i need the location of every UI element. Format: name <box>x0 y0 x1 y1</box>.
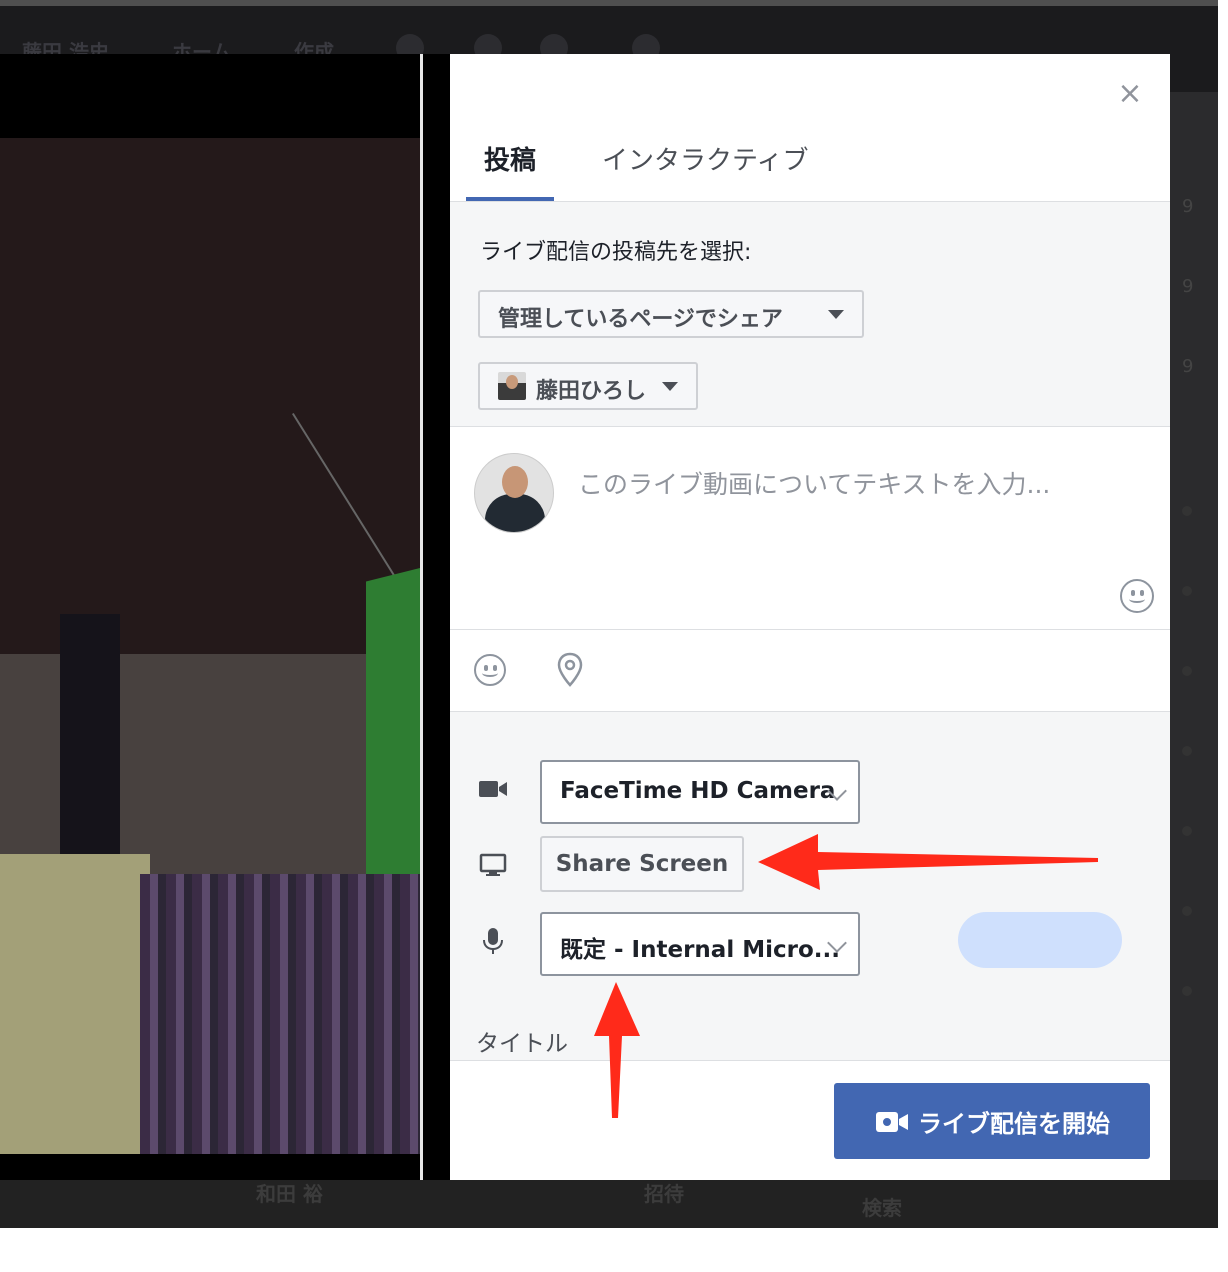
count-3: 9 <box>1182 356 1194 377</box>
camera-select[interactable]: FaceTime HD Camera <box>540 760 860 824</box>
invite-label: 招待 <box>644 1182 684 1206</box>
audio-level-meter <box>958 912 1122 968</box>
smile-icon[interactable] <box>474 654 506 686</box>
panel-header: × 投稿 インタラクティブ <box>450 54 1170 202</box>
tab-post[interactable]: 投稿 <box>484 140 554 202</box>
avatar-head <box>502 466 528 498</box>
status-dot <box>1182 826 1192 836</box>
video-camera-icon <box>479 781 507 797</box>
background-bottom-bar: 和田 裕 招待 検索 <box>0 1180 1218 1228</box>
page-avatar <box>498 372 526 400</box>
status-dot <box>1182 746 1192 756</box>
status-dot <box>1182 666 1192 676</box>
composer-actions <box>450 630 1170 712</box>
destination-label: ライブ配信の投稿先を選択: <box>480 240 752 265</box>
caret-down-icon <box>828 310 844 319</box>
microphone-select[interactable]: 既定 - Internal Micro... <box>540 912 860 976</box>
tab-active-indicator <box>466 197 554 201</box>
live-camera-icon <box>876 1112 908 1132</box>
preview-wall <box>0 138 420 678</box>
share-destination-label: 管理しているページでシェア <box>498 307 783 332</box>
avatar <box>474 453 554 533</box>
camera-select-value: FaceTime HD Camera <box>560 778 836 804</box>
mouth <box>1129 595 1145 603</box>
post-composer <box>450 426 1170 630</box>
avatar-body <box>485 494 545 532</box>
status-dot <box>1182 986 1192 996</box>
tab-post-label: 投稿 <box>484 146 537 176</box>
emoji-picker-icon[interactable] <box>1120 579 1154 613</box>
go-live-label: ライブ配信を開始 <box>918 1110 1110 1138</box>
camera-preview <box>0 54 420 1180</box>
title-label: タイトル <box>476 1031 568 1057</box>
preview-plaid-cloth <box>140 874 420 1154</box>
share-screen-button[interactable]: Share Screen <box>540 836 744 892</box>
live-video-panel: × 投稿 インタラクティブ ライブ配信の投稿先を選択: 管理しているページでシェ… <box>450 54 1170 1180</box>
share-screen-label: Share Screen <box>555 851 729 877</box>
go-live-button[interactable]: ライブ配信を開始 <box>834 1083 1150 1159</box>
monitor-icon <box>479 853 507 876</box>
share-destination-dropdown[interactable]: 管理しているページでシェア <box>478 290 864 338</box>
preview-gap <box>423 54 450 1180</box>
microphone-icon <box>483 928 503 954</box>
close-icon[interactable]: × <box>1114 78 1146 110</box>
search-label: 検索 <box>862 1196 902 1220</box>
status-dot <box>1182 906 1192 916</box>
tab-interactive-label: インタラクティブ <box>602 146 809 176</box>
mouth <box>482 669 498 677</box>
chat-name: 和田 裕 <box>256 1182 323 1206</box>
background-sidebar: 9 9 9 <box>1170 92 1218 1182</box>
description-input[interactable] <box>578 467 1098 557</box>
preview-cloth <box>0 854 150 1154</box>
status-dot <box>1182 506 1192 516</box>
microphone-select-value: 既定 - Internal Micro... <box>560 937 840 963</box>
count-2: 9 <box>1182 276 1194 297</box>
caret-down-icon <box>662 382 678 391</box>
count-1: 9 <box>1182 196 1194 217</box>
page-selector-dropdown[interactable]: 藤田ひろし <box>478 362 698 410</box>
panel-footer: ライブ配信を開始 <box>450 1060 1170 1180</box>
tab-interactive[interactable]: インタラクティブ <box>602 140 842 202</box>
status-dot <box>1182 586 1192 596</box>
location-pin-icon[interactable] <box>556 652 584 688</box>
page-name: 藤田ひろし <box>536 379 647 404</box>
